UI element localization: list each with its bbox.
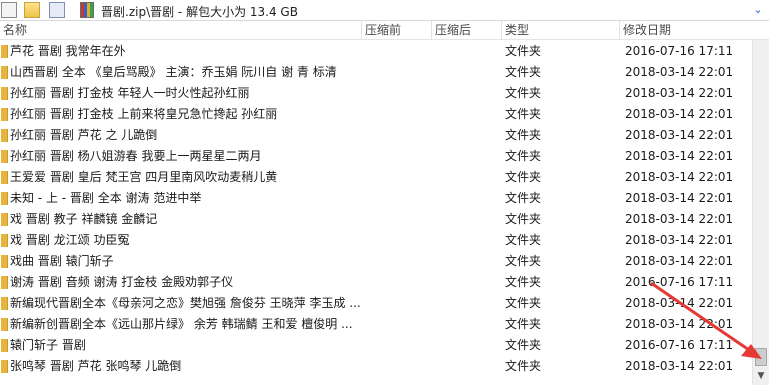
folder-icon (1, 171, 8, 184)
table-row[interactable]: 孙红丽 晋剧 芦花 之 儿跪倒 文件夹 2018-03-14 22:01 (0, 125, 752, 146)
row-name: 孙红丽 晋剧 打金枝 上前来将皇兄急忙搀起 孙红丽 (10, 107, 278, 121)
row-name: 张鸣琴 晋剧 芦花 张鸣琴 儿跪倒 (10, 359, 182, 373)
row-type: 文件夹 (505, 107, 542, 121)
row-date: 2018-03-14 22:01 (625, 128, 734, 142)
table-row[interactable]: 戏 晋剧 教子 祥麟镜 金麟记 文件夹 2018-03-14 22:01 (0, 209, 752, 230)
table-row[interactable]: 戏曲 晋剧 辕门斩子 文件夹 2018-03-14 22:01 (0, 251, 752, 272)
scroll-down-arrow-icon[interactable]: ▼ (753, 368, 769, 384)
folder-icon (1, 297, 8, 310)
folder-icon (1, 66, 8, 79)
row-type: 文件夹 (505, 359, 542, 373)
row-type: 文件夹 (505, 275, 542, 289)
table-row[interactable]: 山西晋剧 全本 《皇后骂殿》 主演：乔玉娟 阮川自 谢 青 标清 文件夹 2018-… (0, 62, 752, 83)
address-path[interactable]: 晋剧.zip\晋剧 - 解包大小为 13.4 GB (101, 3, 298, 20)
folder-icon (1, 150, 8, 163)
table-row[interactable]: 孙红丽 晋剧 杨八姐游春 我要上一两星星二两月 文件夹 2018-03-14 22:… (0, 146, 752, 167)
row-type: 文件夹 (505, 44, 542, 58)
table-row[interactable]: 新编现代晋剧全本《母亲河之恋》樊旭强 詹俊芬 王晓萍 李玉成 ... 文件夹 201… (0, 293, 752, 314)
row-date: 2018-03-14 22:01 (625, 254, 734, 268)
folder-icon (1, 45, 8, 58)
row-date: 2016-07-16 17:11 (625, 338, 734, 352)
row-type: 文件夹 (505, 191, 542, 205)
row-date: 2018-03-14 22:01 (625, 296, 734, 310)
row-name: 孙红丽 晋剧 芦花 之 儿跪倒 (10, 128, 158, 142)
up-folder-icon[interactable] (1, 2, 17, 18)
row-date: 2016-07-16 17:11 (625, 275, 734, 289)
row-date: 2018-03-14 22:01 (625, 65, 734, 79)
folder-icon (1, 192, 8, 205)
table-row[interactable]: 谢涛 晋剧 音频 谢涛 打金枝 金殿劝郭子仪 文件夹 2016-07-16 17:1… (0, 272, 752, 293)
row-date: 2018-03-14 22:01 (625, 233, 734, 247)
view-icon[interactable] (49, 2, 65, 18)
table-row[interactable]: 孙红丽 晋剧 打金枝 上前来将皇兄急忙搀起 孙红丽 文件夹 2018-03-14 2… (0, 104, 752, 125)
file-list: 芦花 晋剧 我常年在外 文件夹 2016-07-16 17:11 山西晋剧 全本 《皇… (0, 41, 752, 381)
row-date: 2018-03-14 22:01 (625, 86, 734, 100)
row-type: 文件夹 (505, 149, 542, 163)
row-name: 山西晋剧 全本 《皇后骂殿》 主演：乔玉娟 阮川自 谢 青 标清 (10, 65, 337, 79)
column-name[interactable]: 名称 (0, 21, 362, 39)
row-name: 芦花 晋剧 我常年在外 (10, 44, 126, 58)
folder-icon (1, 339, 8, 352)
row-type: 文件夹 (505, 170, 542, 184)
row-date: 2018-03-14 22:01 (625, 107, 734, 121)
folder-icon (1, 87, 8, 100)
address-bar: 晋剧.zip\晋剧 - 解包大小为 13.4 GB ⌄ (0, 0, 769, 21)
row-date: 2018-03-14 22:01 (625, 149, 734, 163)
folder-icon (1, 129, 8, 142)
row-type: 文件夹 (505, 212, 542, 226)
row-name: 新编现代晋剧全本《母亲河之恋》樊旭强 詹俊芬 王晓萍 李玉成 ... (10, 296, 361, 310)
row-date: 2018-03-14 22:01 (625, 317, 734, 331)
row-name: 未知 - 上 - 晋剧 全本 谢涛 范进中举 (10, 191, 202, 205)
folder-icon (1, 360, 8, 373)
row-type: 文件夹 (505, 128, 542, 142)
row-type: 文件夹 (505, 233, 542, 247)
folder-icon (1, 276, 8, 289)
table-row[interactable]: 辕门斩子 晋剧 文件夹 2016-07-16 17:11 (0, 335, 752, 356)
column-modified[interactable]: 修改日期 (620, 21, 752, 39)
table-row[interactable]: 未知 - 上 - 晋剧 全本 谢涛 范进中举 文件夹 2018-03-14 22:0… (0, 188, 752, 209)
chevron-down-icon[interactable]: ⌄ (751, 2, 765, 18)
row-type: 文件夹 (505, 317, 542, 331)
row-date: 2018-03-14 22:01 (625, 212, 734, 226)
folder-icon (1, 108, 8, 121)
folder-icon (1, 213, 8, 226)
row-type: 文件夹 (505, 296, 542, 310)
archive-icon (80, 2, 94, 18)
row-name: 戏 晋剧 教子 祥麟镜 金麟记 (10, 212, 158, 226)
folder-icon (1, 255, 8, 268)
scrollbar-thumb[interactable] (755, 348, 767, 366)
row-name: 辕门斩子 晋剧 (10, 338, 86, 352)
row-name: 王爱爱 晋剧 皇后 梵王宫 四月里南风吹动麦稍儿黄 (10, 170, 278, 184)
row-name: 谢涛 晋剧 音频 谢涛 打金枝 金殿劝郭子仪 (10, 275, 234, 289)
column-unpacked[interactable]: 压缩后 (432, 21, 502, 39)
column-type[interactable]: 类型 (502, 21, 620, 39)
row-type: 文件夹 (505, 338, 542, 352)
row-name: 戏曲 晋剧 辕门斩子 (10, 254, 114, 268)
table-row[interactable]: 张鸣琴 晋剧 芦花 张鸣琴 儿跪倒 文件夹 2018-03-14 22:01 (0, 356, 752, 377)
folder-icon (1, 234, 8, 247)
table-row[interactable]: 新编新创晋剧全本《远山那片绿》 余芳 韩瑞鲭 王和爱 檀俊明 ... 文件夹 201… (0, 314, 752, 335)
column-packed[interactable]: 压缩前 (362, 21, 432, 39)
table-row[interactable]: 芦花 晋剧 我常年在外 文件夹 2016-07-16 17:11 (0, 41, 752, 62)
folder-icon[interactable] (24, 2, 40, 18)
row-type: 文件夹 (505, 86, 542, 100)
row-date: 2016-07-16 17:11 (625, 44, 734, 58)
row-type: 文件夹 (505, 65, 542, 79)
row-date: 2018-03-14 22:01 (625, 359, 734, 373)
row-name: 孙红丽 晋剧 杨八姐游春 我要上一两星星二两月 (10, 149, 262, 163)
table-row[interactable]: 孙红丽 晋剧 打金枝 年轻人一时火性起孙红丽 文件夹 2018-03-14 22:0… (0, 83, 752, 104)
row-date: 2018-03-14 22:01 (625, 170, 734, 184)
vertical-scrollbar[interactable]: ▼ (752, 40, 769, 385)
column-header: 名称 压缩前 压缩后 类型 修改日期 (0, 21, 769, 40)
row-name: 新编新创晋剧全本《远山那片绿》 余芳 韩瑞鲭 王和爱 檀俊明 ... (10, 317, 353, 331)
row-type: 文件夹 (505, 254, 542, 268)
row-name: 戏 晋剧 龙江颂 功臣冤 (10, 233, 130, 247)
table-row[interactable]: 戏 晋剧 龙江颂 功臣冤 文件夹 2018-03-14 22:01 (0, 230, 752, 251)
row-date: 2018-03-14 22:01 (625, 191, 734, 205)
table-row[interactable]: 王爱爱 晋剧 皇后 梵王宫 四月里南风吹动麦稍儿黄 文件夹 2018-03-14 2… (0, 167, 752, 188)
row-name: 孙红丽 晋剧 打金枝 年轻人一时火性起孙红丽 (10, 86, 250, 100)
folder-icon (1, 318, 8, 331)
